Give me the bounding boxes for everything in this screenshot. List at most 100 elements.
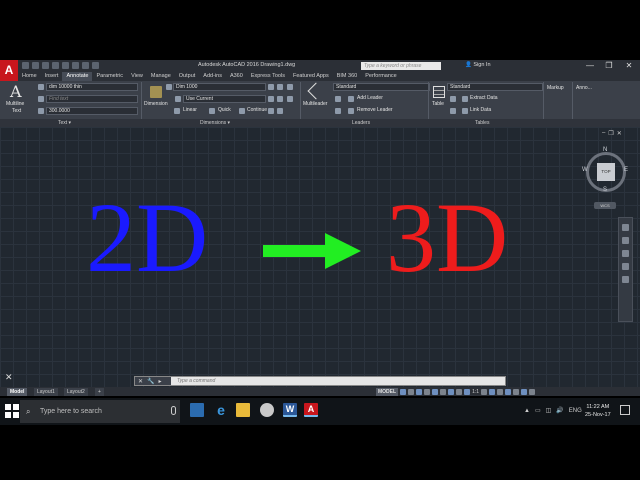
annotation-visibility-icon[interactable] [464, 389, 471, 395]
command-input[interactable] [175, 377, 500, 385]
compass-west[interactable]: W [582, 167, 588, 173]
dim-tool-icon-1[interactable] [268, 84, 274, 90]
plot-icon[interactable] [62, 62, 69, 69]
ortho-icon[interactable] [416, 389, 423, 395]
tab-bim-360[interactable]: BIM 360 [333, 72, 361, 81]
tab-performance[interactable]: Performance [361, 72, 401, 81]
tab-express-tools[interactable]: Express Tools [247, 72, 289, 81]
file-explorer-icon[interactable] [236, 403, 250, 417]
osnap-icon[interactable] [432, 389, 439, 395]
microphone-icon[interactable] [171, 406, 176, 415]
edge-browser-icon[interactable]: e [214, 403, 228, 417]
remove-leader-button[interactable]: Remove Leader [357, 107, 393, 113]
polar-icon[interactable] [424, 389, 431, 395]
dim-tool-icon-4[interactable] [268, 96, 274, 102]
maximize-button[interactable]: ❐ [599, 60, 619, 71]
redo-icon[interactable] [82, 62, 89, 69]
customize-icon[interactable]: 🔧 [147, 378, 154, 385]
model-space-button[interactable]: MODEL [376, 388, 399, 396]
input-language[interactable]: ENG [569, 408, 582, 414]
tab-featured-apps[interactable]: Featured Apps [289, 72, 333, 81]
otrack-icon[interactable] [440, 389, 447, 395]
dim-tool-icon-6[interactable] [287, 96, 293, 102]
leader-tool-icon-2[interactable] [335, 108, 341, 114]
paint-app-icon[interactable] [260, 403, 274, 417]
table-icon[interactable] [433, 86, 445, 98]
workspace-icon[interactable] [481, 389, 488, 395]
tab-model[interactable]: Model [7, 388, 28, 396]
dim-layer-dropdown[interactable]: Use Current [183, 95, 266, 103]
close-button[interactable]: ✕ [619, 60, 639, 71]
annotation-scale[interactable]: 1:1 [472, 389, 479, 395]
quick-button[interactable]: Quick [218, 107, 231, 113]
table-tool-icon-2[interactable] [450, 108, 456, 114]
dim-tool-icon-3[interactable] [287, 84, 293, 90]
tab-parametric[interactable]: Parametric [92, 72, 127, 81]
new-icon[interactable] [22, 62, 29, 69]
dimensions-panel-label[interactable]: Dimensions ▾ [200, 119, 230, 127]
dim-tool-icon-7[interactable] [268, 108, 274, 114]
dimension-icon[interactable] [150, 86, 162, 98]
compass-east[interactable]: E [624, 167, 628, 173]
tab-manage[interactable]: Manage [147, 72, 175, 81]
wcs-menu[interactable]: WCS [594, 202, 616, 209]
units-icon[interactable] [497, 389, 504, 395]
network-icon[interactable]: ◫ [546, 407, 552, 414]
keyword-search-input[interactable]: Type a keyword or phrase [361, 62, 441, 70]
word-app-icon[interactable]: W [283, 403, 297, 417]
recent-commands-icon[interactable]: ▸ [159, 378, 162, 385]
leader-style-dropdown[interactable]: Standard [333, 83, 430, 91]
steering-wheel-icon[interactable] [622, 224, 629, 231]
multileader-button[interactable]: Multileader [303, 101, 327, 107]
open-icon[interactable] [32, 62, 39, 69]
clean-screen-icon[interactable] [521, 389, 528, 395]
table-tool-icon-1[interactable] [450, 96, 456, 102]
table-button[interactable]: Table [432, 101, 444, 107]
viewcube[interactable]: TOP N S E W [581, 147, 631, 197]
hardware-acceleration-icon[interactable] [513, 389, 520, 395]
save-as-icon[interactable] [52, 62, 59, 69]
tab-a360[interactable]: A360 [226, 72, 247, 81]
pan-icon[interactable] [622, 237, 629, 244]
customization-icon[interactable] [529, 389, 536, 395]
annotation-monitor-icon[interactable] [489, 389, 496, 395]
tab-annotate[interactable]: Annotate [62, 72, 93, 81]
lineweight-icon[interactable] [448, 389, 455, 395]
text-height-dropdown[interactable]: 300.0000 [46, 107, 138, 115]
add-layout-button[interactable]: + [95, 388, 104, 396]
volume-icon[interactable]: 🔊 [556, 407, 563, 414]
text-panel-label[interactable]: Text ▾ [58, 119, 71, 127]
linear-button[interactable]: Linear [183, 107, 197, 113]
isolate-objects-icon[interactable] [505, 389, 512, 395]
table-style-dropdown[interactable]: Standard [447, 83, 543, 91]
sign-in-button[interactable]: 👤 Sign In [465, 62, 491, 68]
share-icon[interactable] [92, 62, 99, 69]
autocad-logo-button[interactable]: A [0, 60, 18, 81]
selection-cycling-icon[interactable] [456, 389, 463, 395]
windows-start-icon[interactable] [4, 403, 20, 419]
multiline-text-icon[interactable]: A [10, 82, 22, 101]
extract-data-button[interactable]: Extract Data [470, 95, 498, 101]
viewport-restore-icon[interactable]: ❐ [608, 130, 613, 137]
viewport-minimize-icon[interactable]: – [602, 130, 605, 137]
autocad-taskbar-icon[interactable]: A [304, 403, 318, 417]
tab-home[interactable]: Home [18, 72, 41, 81]
minimize-button[interactable]: — [580, 60, 600, 71]
dim-tool-icon-2[interactable] [277, 84, 283, 90]
close-command-line-icon[interactable]: ✕ [138, 378, 143, 385]
compass-north[interactable]: N [603, 147, 607, 153]
tab-insert[interactable]: Insert [41, 72, 63, 81]
store-app-icon[interactable] [190, 403, 204, 417]
tables-panel-label[interactable]: Tables [475, 119, 489, 127]
dim-tool-icon-8[interactable] [277, 108, 283, 114]
annotation-scaling-panel[interactable]: Anno... [576, 85, 592, 91]
tab-view[interactable]: View [127, 72, 147, 81]
orbit-icon[interactable] [622, 263, 629, 270]
showmotion-icon[interactable] [622, 276, 629, 283]
markup-panel[interactable]: Markup [547, 85, 564, 91]
leaders-panel-label[interactable]: Leaders [352, 119, 370, 127]
multiline-text-button[interactable]: Multiline [6, 101, 24, 107]
zoom-icon[interactable] [622, 250, 629, 257]
undo-icon[interactable] [72, 62, 79, 69]
tab-add-ins[interactable]: Add-ins [199, 72, 226, 81]
